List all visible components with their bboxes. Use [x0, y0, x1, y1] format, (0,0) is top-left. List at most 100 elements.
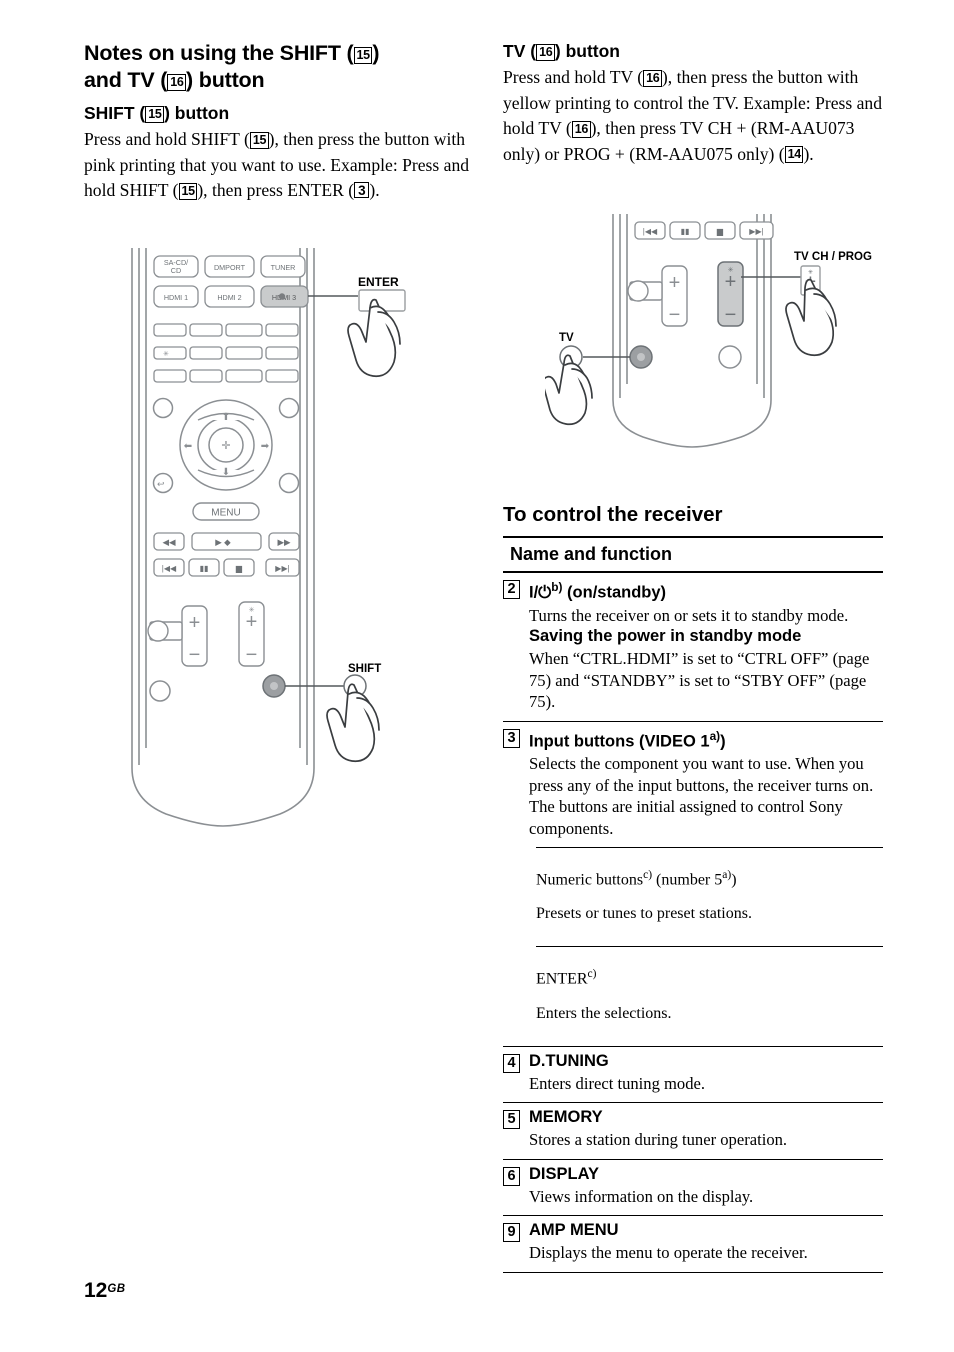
svg-text:|◀◀: |◀◀	[643, 227, 658, 236]
table-subrow: Numeric buttonsc) (number 5a)) Presets o…	[536, 848, 883, 946]
ref-box-9: 9	[503, 1223, 520, 1243]
ref-box-4: 4	[503, 1053, 520, 1073]
svg-text:−: −	[189, 644, 201, 666]
table-row: 6 DISPLAY Views information on the displ…	[503, 1160, 883, 1216]
footnote-b: b)	[551, 580, 563, 594]
ref-box-16: 16	[571, 120, 591, 138]
table-row-content: DISPLAY Views information on the display…	[529, 1164, 883, 1208]
callout-label-tvch-prog: TV CH / PROG	[794, 251, 872, 263]
power-label-post: (on/standby)	[562, 583, 667, 602]
control-receiver-section: To control the receiver Name and functio…	[503, 502, 883, 1273]
shift-button-paragraph: Press and hold SHIFT (15), then press th…	[84, 127, 474, 204]
name-and-function-table: Name and function 2 I/⏻b) (on/standby) T…	[503, 536, 883, 1273]
shift-para-c: ), then press ENTER (	[197, 180, 355, 200]
svg-text:−: −	[669, 304, 681, 326]
ref-box-3: 3	[503, 728, 520, 748]
tv-button-paragraph: Press and hold TV (16), then press the b…	[503, 65, 883, 167]
shift-para-d: ).	[369, 180, 380, 200]
svg-text:MENU: MENU	[211, 508, 240, 519]
svg-text:TUNER: TUNER	[271, 263, 296, 272]
table-section-heading: To control the receiver	[503, 503, 723, 526]
svg-text:+: +	[725, 271, 737, 293]
footnote-c: c)	[643, 869, 653, 881]
table-row-name: I/⏻b) (on/standby)	[529, 577, 883, 604]
table-row-desc: Views information on the display.	[529, 1186, 754, 1206]
svg-text:✛: ✛	[221, 440, 230, 452]
table-row-number-cell: 4	[503, 1051, 529, 1095]
svg-text:▆: ▆	[235, 564, 243, 573]
table-row-desc: Turns the receiver on or sets it to stan…	[529, 605, 849, 625]
table-row-content: Input buttons (VIDEO 1a)) Selects the co…	[529, 726, 883, 840]
numeric-buttons-pre: Numeric buttons	[536, 871, 644, 889]
table-subsection-desc: When “CTRL.HDMI” is set to “CTRL OFF” (p…	[529, 649, 870, 711]
table-row-name: D.TUNING	[529, 1051, 609, 1070]
svg-text:+: +	[189, 612, 201, 634]
svg-text:|◀◀: |◀◀	[162, 564, 177, 573]
ref-box-16: 16	[167, 73, 187, 91]
table-row-name: MEMORY	[529, 1108, 603, 1127]
numeric-buttons-mid: (number 5	[652, 871, 723, 889]
svg-text:CD: CD	[171, 266, 181, 275]
ref-box-3: 3	[354, 182, 370, 198]
svg-text:↩: ↩	[157, 479, 165, 489]
callout-label-shift: SHIFT	[348, 663, 381, 675]
svg-text:✳: ✳	[808, 269, 813, 276]
table-subrow-name: ENTERc)	[536, 968, 883, 988]
table-row: 5 MEMORY Stores a station during tuner o…	[503, 1103, 883, 1159]
table-row-name: AMP MENU	[529, 1221, 619, 1240]
table-row-desc: Displays the menu to operate the receive…	[529, 1243, 808, 1263]
remote-round-button-topright	[278, 397, 300, 419]
page-title-line2-pre: and TV (	[84, 68, 168, 92]
left-column: Notes on using the SHIFT (15) and TV (16…	[84, 40, 474, 204]
remote-round-button-bottom-right	[718, 345, 742, 369]
svg-text:⬆: ⬆	[222, 412, 230, 423]
table-row-desc: Selects the component you want to use. W…	[529, 754, 874, 838]
shift-button-subheading: SHIFT (15) button	[84, 102, 474, 124]
ref-box-15: 15	[249, 131, 269, 149]
svg-text:▶▶|: ▶▶|	[749, 227, 763, 236]
ref-box-5: 5	[503, 1110, 520, 1130]
footnote-a: a)	[709, 728, 721, 743]
svg-text:▶▶: ▶▶	[277, 537, 291, 547]
enter-label: ENTER	[536, 970, 588, 988]
table-row: 2 I/⏻b) (on/standby) Turns the receiver …	[503, 573, 883, 721]
numeric-buttons-post: )	[731, 871, 737, 889]
tv-para-d: ).	[803, 143, 814, 164]
shift-subheading-pre: SHIFT (	[84, 103, 146, 123]
page-title-line2-post: ) button	[186, 68, 265, 92]
table-subsection-title: Saving the power in standby mode	[529, 627, 802, 645]
table-row-content: AMP MENU Displays the menu to operate th…	[529, 1220, 883, 1264]
table-row-content: MEMORY Stores a station during tuner ope…	[529, 1107, 883, 1151]
svg-text:✳: ✳	[249, 606, 255, 614]
callout-label-tv: TV	[559, 332, 574, 344]
table-row-number-cell: 9	[503, 1220, 529, 1264]
table-row: 3 Input buttons (VIDEO 1a)) Selects the …	[503, 722, 883, 848]
input-buttons-label-pre: Input buttons (VIDEO 1	[529, 732, 710, 750]
svg-text:◀◀: ◀◀	[162, 537, 176, 547]
table-row-number-cell: 3	[503, 726, 529, 840]
power-label-pre: I/	[529, 583, 539, 602]
input-buttons-label-post: )	[720, 732, 726, 750]
ref-box-2: 2	[503, 580, 520, 599]
table-row-number-cell: 2	[503, 577, 529, 713]
page-region-suffix: GB	[107, 1283, 126, 1295]
table-row-content: D.TUNING Enters direct tuning mode.	[529, 1051, 883, 1095]
callout-label-enter: ENTER	[358, 275, 399, 289]
tv-subheading-post: ) button	[554, 41, 620, 61]
table-row-number-cell: 6	[503, 1164, 529, 1208]
table-column-header: Name and function	[510, 544, 673, 564]
svg-text:⬇: ⬇	[222, 467, 230, 478]
table-row-name: DISPLAY	[529, 1164, 599, 1183]
svg-text:▮▮: ▮▮	[681, 227, 690, 236]
svg-text:▶▶|: ▶▶|	[275, 564, 289, 573]
table-subrow-desc: Enters the selections.	[536, 1004, 672, 1022]
remote-round-button-bottom	[149, 680, 171, 702]
table-row: 9 AMP MENU Displays the menu to operate …	[503, 1216, 883, 1272]
ref-box-6: 6	[503, 1166, 520, 1186]
table-subrow: ENTERc) Enters the selections.	[536, 947, 883, 1045]
ref-box-16: 16	[643, 69, 662, 87]
page-title: Notes on using the SHIFT (15) and TV (16…	[84, 40, 474, 94]
power-icon: ⏻	[538, 582, 552, 602]
shift-subheading-post: ) button	[164, 103, 230, 123]
page-number-value: 12	[84, 1279, 108, 1302]
